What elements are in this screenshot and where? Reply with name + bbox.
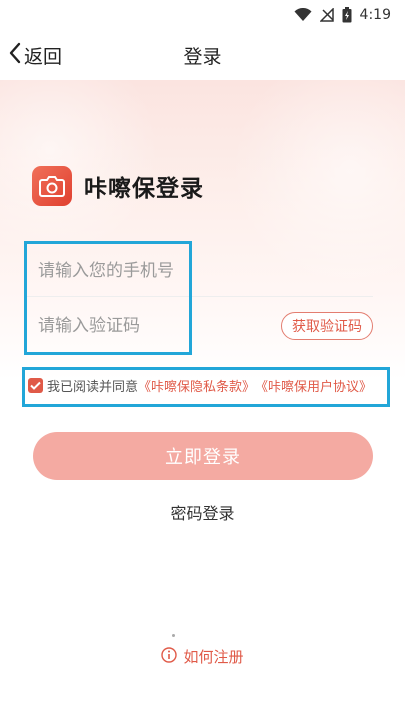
battery-icon xyxy=(342,7,352,23)
status-time: 4:19 xyxy=(359,7,391,23)
login-button[interactable]: 立即登录 xyxy=(33,432,373,480)
brand-header: 咔嚓保登录 xyxy=(32,166,204,206)
agreement-row: 我已阅读并同意 《咔嚓保隐私条款》 《咔嚓保用户协议》 xyxy=(28,376,372,395)
phone-input[interactable] xyxy=(26,260,256,281)
how-to-register-link[interactable]: 如何注册 xyxy=(0,646,405,667)
phone-field-row xyxy=(26,245,373,297)
password-login-link[interactable]: 密码登录 xyxy=(0,500,405,524)
page-title: 登录 xyxy=(183,45,222,68)
brand-title: 咔嚓保登录 xyxy=(84,176,204,202)
info-icon xyxy=(161,646,178,667)
how-to-register-label: 如何注册 xyxy=(183,648,244,666)
verification-code-input[interactable] xyxy=(26,316,256,336)
wifi-icon xyxy=(294,8,312,22)
code-field-row: 获取验证码 xyxy=(26,300,373,352)
status-bar: 4:19 xyxy=(0,0,405,30)
back-label: 返回 xyxy=(24,45,63,68)
user-agreement-link[interactable]: 《咔嚓保用户协议》 xyxy=(255,376,372,395)
get-code-button[interactable]: 获取验证码 xyxy=(281,312,373,340)
chevron-left-icon xyxy=(8,42,22,69)
agreement-prefix: 我已阅读并同意 xyxy=(47,380,139,395)
agreement-checkbox[interactable] xyxy=(28,378,43,393)
divider-dot xyxy=(172,634,175,637)
nav-bar: 返回 登录 xyxy=(0,30,405,80)
back-button[interactable]: 返回 xyxy=(8,38,62,72)
no-signal-icon xyxy=(319,8,334,22)
privacy-policy-link[interactable]: 《咔嚓保隐私条款》 xyxy=(138,376,255,395)
camera-icon xyxy=(32,166,72,206)
